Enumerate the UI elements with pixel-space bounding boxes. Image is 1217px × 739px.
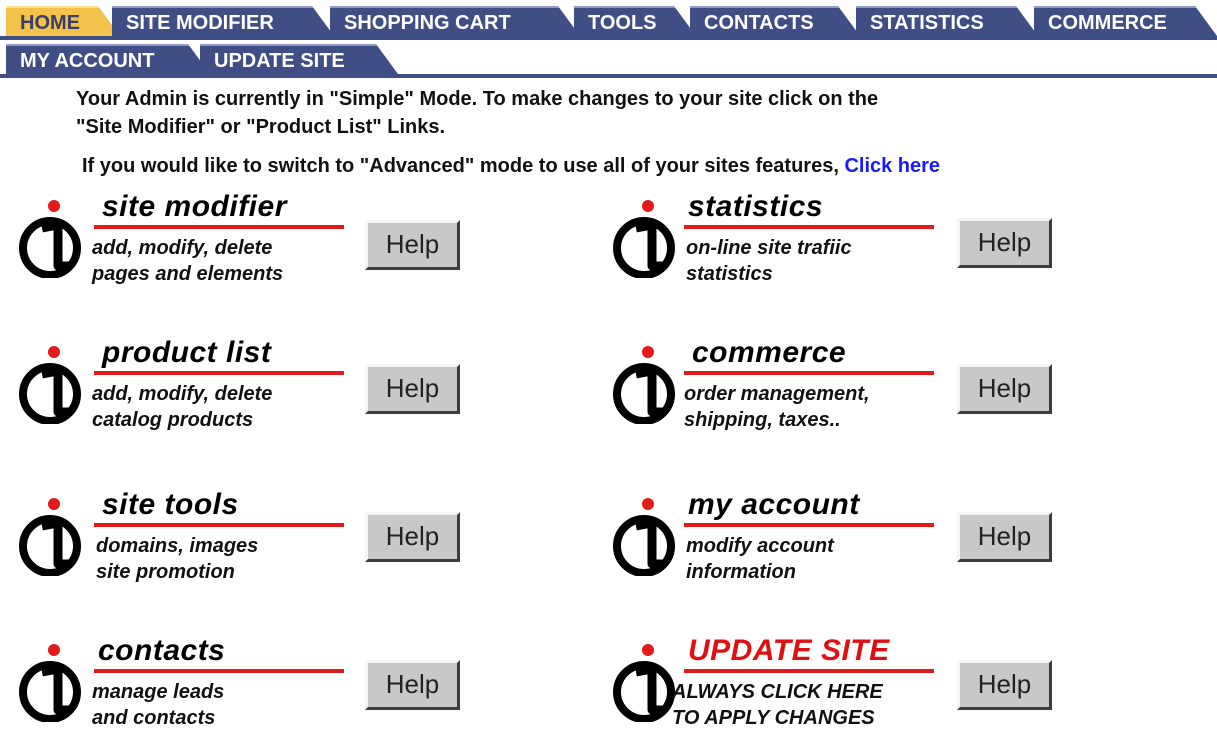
help-button[interactable]: Help xyxy=(957,660,1052,710)
tab-statistics[interactable]: STATISTICS xyxy=(856,6,1038,36)
description-line-1: order management, xyxy=(684,383,870,405)
intro-line-3: If you would like to switch to "Advanced… xyxy=(82,155,940,178)
module-description: domains, images site promotion xyxy=(96,533,258,585)
tab-shopping-cart[interactable]: SHOPPING CART xyxy=(330,6,580,36)
module-description: add, modify, delete catalog products xyxy=(92,381,272,433)
title-underline xyxy=(684,225,934,229)
click-here-link[interactable]: Click here xyxy=(844,155,940,177)
tab-commerce[interactable]: COMMERCE xyxy=(1034,6,1217,36)
description-line-2: catalog products xyxy=(92,409,254,431)
module-description: on-line site trafiic statistics xyxy=(686,235,852,287)
intro-line-1: Your Admin is currently in "Simple" Mode… xyxy=(76,88,879,110)
product-list-link[interactable]: product list xyxy=(102,336,271,370)
title-underline xyxy=(94,371,344,375)
help-button[interactable]: Help xyxy=(365,660,460,710)
intro-advanced-text: If you would like to switch to "Advanced… xyxy=(82,155,839,177)
description-line-2: and contacts xyxy=(92,707,216,729)
description-line-2: statistics xyxy=(686,263,773,285)
description-line-1: add, modify, delete xyxy=(92,383,273,405)
description-line-2: site promotion xyxy=(96,561,235,583)
tab-update-site[interactable]: UPDATE SITE xyxy=(200,44,398,74)
description-line-1: modify account xyxy=(686,535,834,557)
module-update-site: UPDATE SITE ALWAYS CLICK HERE TO APPLY C… xyxy=(612,634,1092,739)
module-description: order management, shipping, taxes.. xyxy=(684,381,870,433)
tab-contacts[interactable]: CONTACTS xyxy=(690,6,860,36)
site-modifier-link[interactable]: site modifier xyxy=(102,190,287,224)
module-my-account: my account modify account information He… xyxy=(612,488,1092,593)
commerce-link[interactable]: commerce xyxy=(692,336,846,370)
help-button[interactable]: Help xyxy=(957,364,1052,414)
tab-my-account[interactable]: MY ACCOUNT xyxy=(6,44,210,74)
module-contacts: contacts manage leads and contacts Help xyxy=(18,634,498,739)
site-tools-link[interactable]: site tools xyxy=(102,488,239,522)
module-statistics: statistics on-line site trafiic statisti… xyxy=(612,190,1092,295)
title-underline xyxy=(684,669,934,673)
help-button[interactable]: Help xyxy=(957,512,1052,562)
description-line-1: domains, images xyxy=(96,535,259,557)
title-underline xyxy=(94,225,344,229)
description-line-1: manage leads xyxy=(92,681,225,703)
update-site-link[interactable]: UPDATE SITE xyxy=(688,634,890,668)
i-logo-icon[interactable] xyxy=(612,344,680,424)
i-logo-icon[interactable] xyxy=(18,344,86,424)
my-account-link[interactable]: my account xyxy=(688,488,860,522)
tab-site-modifier[interactable]: SITE MODIFIER xyxy=(112,6,334,36)
module-description: modify account information xyxy=(686,533,834,585)
module-description: add, modify, delete pages and elements xyxy=(92,235,283,287)
help-button[interactable]: Help xyxy=(365,512,460,562)
title-underline xyxy=(684,523,934,527)
tabbar-underline-2 xyxy=(0,74,1217,78)
module-site-tools: site tools domains, images site promotio… xyxy=(18,488,498,593)
help-button[interactable]: Help xyxy=(365,364,460,414)
title-underline xyxy=(94,669,344,673)
help-button[interactable]: Help xyxy=(365,220,460,270)
tab-home[interactable]: HOME xyxy=(6,6,120,36)
contacts-link[interactable]: contacts xyxy=(98,634,225,668)
description-line-1: add, modify, delete xyxy=(92,237,273,259)
description-line-2: shipping, taxes.. xyxy=(684,409,841,431)
description-line-1: on-line site trafiic xyxy=(686,237,852,259)
module-product-list: product list add, modify, delete catalog… xyxy=(18,336,498,441)
description-line-2: pages and elements xyxy=(92,263,284,285)
i-logo-icon[interactable] xyxy=(18,642,86,722)
module-description: ALWAYS CLICK HERE TO APPLY CHANGES xyxy=(672,679,883,731)
i-logo-icon[interactable] xyxy=(612,496,680,576)
i-logo-icon[interactable] xyxy=(612,642,680,722)
i-logo-icon[interactable] xyxy=(18,198,86,278)
title-underline xyxy=(684,371,934,375)
module-site-modifier: site modifier add, modify, delete pages … xyxy=(18,190,498,295)
description-line-2: information xyxy=(686,561,796,583)
description-line-1: ALWAYS CLICK HERE xyxy=(672,681,883,703)
intro-line-2: "Site Modifier" or "Product List" Links. xyxy=(76,116,446,138)
i-logo-icon[interactable] xyxy=(612,198,680,278)
i-logo-icon[interactable] xyxy=(18,496,86,576)
module-commerce: commerce order management, shipping, tax… xyxy=(612,336,1092,441)
help-button[interactable]: Help xyxy=(957,218,1052,268)
statistics-link[interactable]: statistics xyxy=(688,190,823,224)
title-underline xyxy=(94,523,344,527)
module-description: manage leads and contacts xyxy=(92,679,224,731)
description-line-2: TO APPLY CHANGES xyxy=(672,707,875,729)
tabbar-underline-1 xyxy=(0,36,1217,40)
tab-tools[interactable]: TOOLS xyxy=(574,6,696,36)
